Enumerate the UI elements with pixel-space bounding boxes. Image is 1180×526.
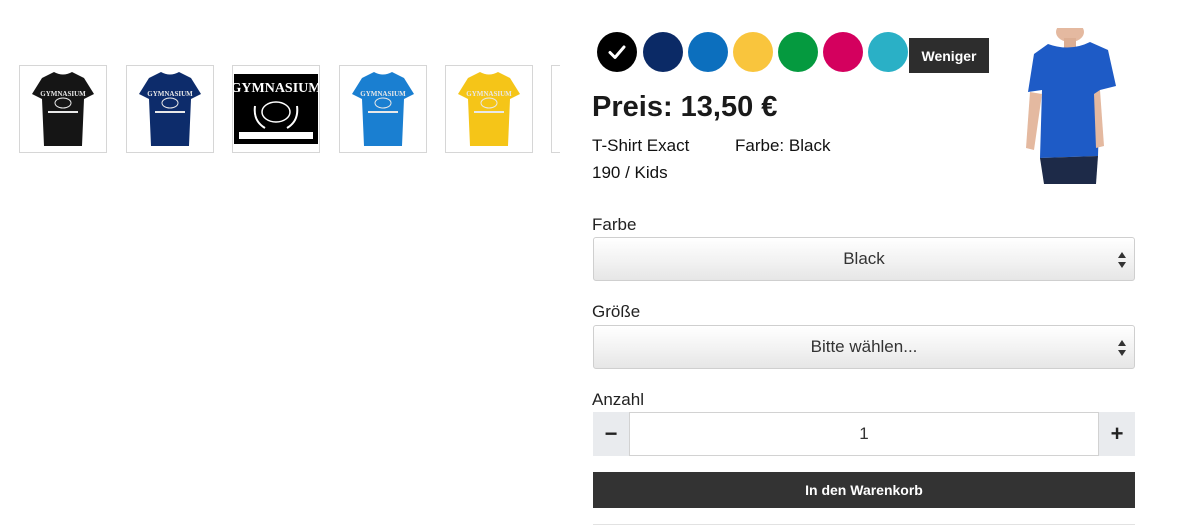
svg-text:GYMNASIUM: GYMNASIUM: [233, 81, 319, 96]
quantity-stepper: − 1 +: [593, 412, 1135, 456]
decrease-button[interactable]: −: [593, 412, 629, 456]
product-name: T-Shirt Exact: [592, 136, 690, 155]
thumbnail-blue[interactable]: GYMNASIUM: [339, 65, 427, 153]
swatch-yellow[interactable]: [733, 32, 773, 72]
add-to-cart-button[interactable]: In den Warenkorb: [593, 472, 1135, 508]
svg-text:GYMNASIUM: GYMNASIUM: [147, 90, 193, 98]
size-info: 190 / Kids: [592, 163, 668, 182]
select-arrows-icon: [1118, 340, 1126, 356]
swatch-navy[interactable]: [643, 32, 683, 72]
tshirt-yellow-image: GYMNASIUM: [458, 72, 520, 146]
color-select-value: Black: [843, 249, 885, 268]
color-info: Farbe: Black: [735, 136, 830, 156]
thumbnail-black[interactable]: GYMNASIUM: [19, 65, 107, 153]
increase-button[interactable]: +: [1099, 412, 1135, 456]
swatch-turquoise[interactable]: [868, 32, 908, 72]
quantity-label: Anzahl: [592, 390, 644, 409]
model-photo: [1026, 28, 1116, 184]
color-select[interactable]: Black: [593, 237, 1135, 281]
quantity-input[interactable]: 1: [629, 412, 1099, 456]
swatch-blue[interactable]: [688, 32, 728, 72]
svg-text:GYMNASIUM: GYMNASIUM: [360, 90, 406, 98]
svg-text:GYMNASIUM: GYMNASIUM: [466, 90, 512, 98]
swatch-pink[interactable]: [823, 32, 863, 72]
color-info-label: Farbe:: [735, 136, 785, 155]
swatch-green[interactable]: [778, 32, 818, 72]
select-arrows-icon: [1118, 252, 1126, 268]
check-icon: [608, 45, 626, 59]
thumbnail-yellow[interactable]: GYMNASIUM: [445, 65, 533, 153]
swatch-black[interactable]: [597, 32, 637, 72]
size-select-label: Größe: [592, 302, 641, 321]
color-select-label: Farbe: [592, 215, 637, 234]
size-select[interactable]: Bitte wählen...: [593, 325, 1135, 369]
svg-text:GYMNASIUM: GYMNASIUM: [40, 90, 86, 98]
thumbnail-partial[interactable]: [551, 65, 560, 153]
color-info-value: Black: [788, 136, 831, 155]
thumbnail-print[interactable]: GYMNASIUM: [232, 65, 320, 153]
less-colors-button[interactable]: Weniger: [909, 38, 989, 73]
tshirt-navy-image: GYMNASIUM: [139, 72, 201, 146]
divider: [593, 524, 1135, 525]
tshirt-blue-image: GYMNASIUM: [352, 72, 414, 146]
thumbnail-strip: GYMNASIUM GYMNASIUM GYMNASIUM GYMNASIUM: [0, 65, 560, 157]
size-select-value: Bitte wählen...: [810, 337, 918, 356]
tshirt-black-image: GYMNASIUM: [32, 72, 94, 146]
print-motif-image: GYMNASIUM: [233, 74, 319, 144]
price: Preis: 13,50 €: [592, 91, 778, 123]
thumbnail-navy[interactable]: GYMNASIUM: [126, 65, 214, 153]
